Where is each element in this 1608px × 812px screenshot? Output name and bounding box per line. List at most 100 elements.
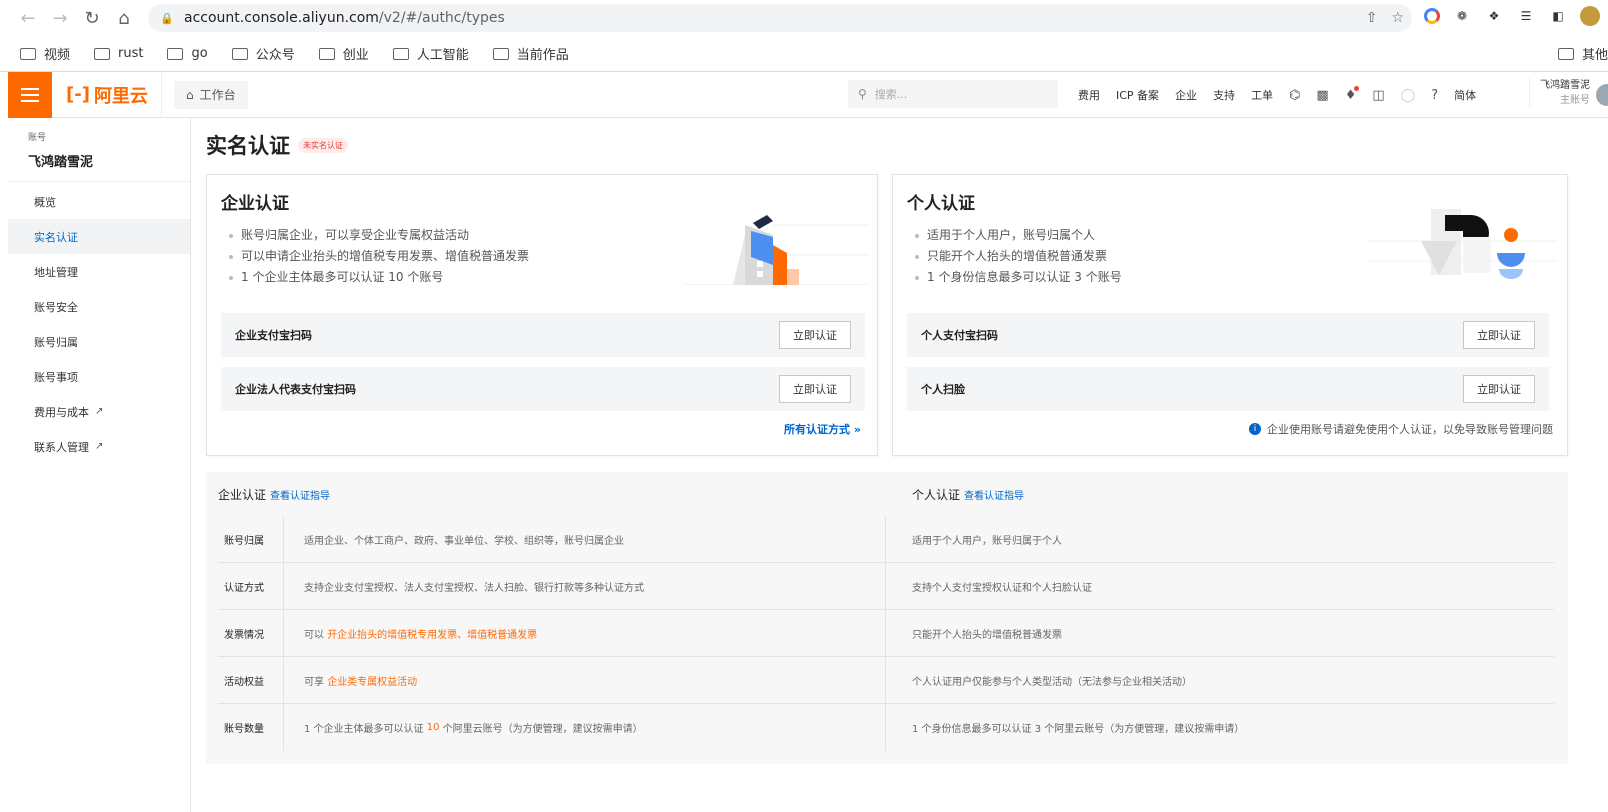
- bell-icon[interactable]: ♦: [1345, 85, 1360, 103]
- page-title: 实名认证: [206, 134, 290, 158]
- sidebar-item-ownership[interactable]: 账号归属: [8, 324, 190, 359]
- folder-icon: [1557, 47, 1574, 60]
- verify-button[interactable]: 立即认证: [1463, 375, 1535, 403]
- top-nav: 费用 ICP 备案 企业 支持 工单 ⌬ ▩ ♦ ◫ ◯ ? 简体: [1078, 72, 1476, 118]
- verify-button[interactable]: 立即认证: [779, 321, 851, 349]
- bookmark-folder[interactable]: 创业: [318, 44, 369, 63]
- url-path: /v2/#/authc/types: [378, 10, 505, 26]
- sidepanel-icon[interactable]: ◧: [1548, 6, 1568, 26]
- forward-icon[interactable]: →: [44, 2, 76, 34]
- bullet: 只能开个人抬头的增值税普通发票: [913, 246, 1122, 267]
- share-icon[interactable]: ⇧: [1366, 10, 1378, 26]
- enterprise-building-illustration: [683, 215, 868, 285]
- bookmark-folder[interactable]: 公众号: [231, 44, 295, 63]
- address-bar[interactable]: 🔒 account.console.aliyun.com/v2/#/authc/…: [148, 4, 1412, 32]
- folder-icon: [318, 47, 335, 60]
- nav-enterprise[interactable]: 企业: [1175, 87, 1197, 103]
- bookmark-folder[interactable]: 视频: [20, 44, 70, 63]
- nav-ticket[interactable]: 工单: [1251, 87, 1273, 103]
- compare-enterprise-head: 企业认证 查看认证指导: [218, 487, 331, 502]
- terminal-icon[interactable]: ▩: [1316, 88, 1328, 103]
- bookmark-folder[interactable]: 当前作品: [492, 44, 569, 63]
- folder-icon: [492, 47, 509, 60]
- external-link-icon: ↗: [95, 406, 104, 417]
- code-icon[interactable]: ⌬: [1289, 88, 1300, 103]
- sidebar-item-contacts[interactable]: 联系人管理 ↗: [8, 429, 190, 464]
- sidebar: 账号 飞鸿踏雪泥 概览 实名认证 地址管理 账号安全 账号归属 账号事项 费用与…: [8, 118, 191, 812]
- verify-button[interactable]: 立即认证: [779, 375, 851, 403]
- info-icon: i: [1249, 423, 1261, 435]
- nav-fees[interactable]: 费用: [1078, 87, 1100, 103]
- sidebar-header: 账号 飞鸿踏雪泥: [8, 118, 190, 182]
- sidebar-section-label: 账号: [28, 133, 47, 143]
- status-badge: 未实名认证: [298, 137, 348, 153]
- search-icon: ⚲: [858, 87, 867, 101]
- home-icon[interactable]: ⌂: [108, 2, 140, 34]
- bookmark-folder[interactable]: go: [167, 46, 208, 61]
- folder-icon: [94, 47, 111, 60]
- page-header: 实名认证 未实名认证: [206, 130, 348, 160]
- sidebar-item-matters[interactable]: 账号事项: [8, 359, 190, 394]
- user-name: 飞鸿踏雪泥: [1540, 80, 1590, 91]
- notification-dot: [1354, 85, 1360, 91]
- nav-support[interactable]: 支持: [1213, 87, 1235, 103]
- personal-card: 个人认证 适用于个人用户，账号归属个人 只能开个人抬头的增值税普通发票 1 个身…: [892, 174, 1568, 456]
- verify-button[interactable]: 立即认证: [1463, 321, 1535, 349]
- workbench-button[interactable]: ⌂ 工作台: [174, 80, 248, 109]
- chrome-extension-icon[interactable]: [1424, 8, 1440, 24]
- bullet: 1 个企业主体最多可以认证 10 个账号: [227, 267, 529, 288]
- method-face-scan: 个人扫脸 立即认证: [907, 367, 1549, 411]
- sidebar-account-name: 飞鸿踏雪泥: [28, 155, 94, 170]
- personal-guide-link[interactable]: 查看认证指导: [964, 487, 1024, 502]
- menu-icon[interactable]: [8, 71, 52, 118]
- folder-icon: [392, 47, 409, 60]
- table-row: 发票情况 可以 开企业抬头的增值税专用发票、增值税普通发票 只能开个人抬头的增值…: [218, 610, 1554, 657]
- all-methods-link[interactable]: 所有认证方式 »: [784, 421, 861, 437]
- bullet: 适用于个人用户，账号归属个人: [913, 225, 1122, 246]
- method-personal-alipay: 个人支付宝扫码 立即认证: [907, 313, 1549, 357]
- star-icon[interactable]: ☆: [1391, 10, 1404, 26]
- enterprise-title: 企业认证: [221, 194, 289, 214]
- cart-icon[interactable]: ◫: [1372, 88, 1384, 103]
- sidebar-item-verification[interactable]: 实名认证: [8, 219, 190, 254]
- double-chevron-icon: »: [853, 423, 861, 436]
- search-input[interactable]: ⚲ 搜索...: [848, 80, 1058, 108]
- folder-icon: [20, 47, 36, 60]
- table-row: 认证方式 支持企业支付宝授权、法人支付宝授权、法人扫脸、银行打款等多种认证方式 …: [218, 563, 1554, 610]
- reload-icon[interactable]: ↻: [76, 2, 108, 34]
- bookmark-folder[interactable]: rust: [94, 46, 143, 61]
- media-icon[interactable]: ☰: [1516, 6, 1536, 26]
- bulb-icon[interactable]: ◯: [1401, 88, 1416, 103]
- sidebar-item-overview[interactable]: 概览: [8, 184, 190, 219]
- folder-icon: [231, 47, 248, 60]
- browser-toolbar: ← → ↻ ⌂ 🔒 account.console.aliyun.com/v2/…: [0, 0, 1608, 36]
- personal-bullets: 适用于个人用户，账号归属个人 只能开个人抬头的增值税普通发票 1 个身份信息最多…: [913, 225, 1122, 288]
- external-link-icon: ↗: [95, 441, 104, 452]
- enterprise-card: 企业认证 账号归属企业，可以享受企业专属权益活动 可以申请企业抬头的增值税专用发…: [206, 174, 878, 456]
- personal-shapes-illustration: [1367, 209, 1557, 279]
- avatar[interactable]: [1596, 84, 1608, 106]
- sidebar-item-costs[interactable]: 费用与成本 ↗: [8, 394, 190, 429]
- table-row: 账号数量 1 个企业主体最多可以认证 10 个阿里云账号（为方便管理，建议按需申…: [218, 704, 1554, 751]
- sidebar-item-address[interactable]: 地址管理: [8, 254, 190, 289]
- url-host: account.console.aliyun.com: [184, 10, 379, 26]
- openai-extension-icon[interactable]: ❁: [1452, 6, 1472, 26]
- aliyun-logo[interactable]: [-] 阿里云: [52, 71, 162, 118]
- user-menu[interactable]: 飞鸿踏雪泥 主账号: [1529, 78, 1590, 108]
- bookmark-other[interactable]: 其他: [1557, 44, 1608, 63]
- profile-avatar[interactable]: [1580, 6, 1600, 26]
- enterprise-bullets: 账号归属企业，可以享受企业专属权益活动 可以申请企业抬头的增值税专用发票、增值税…: [227, 225, 529, 288]
- console-header: [-] 阿里云 ⌂ 工作台 ⚲ 搜索... 费用 ICP 备案 企业 支持 工单 ⌬ …: [8, 71, 1608, 118]
- comparison-table: 企业认证 查看认证指导 个人认证 查看认证指导 账号归属 适用企业、个体工商户、政府…: [206, 472, 1568, 764]
- method-legal-alipay: 企业法人代表支付宝扫码 立即认证: [221, 367, 865, 411]
- help-icon[interactable]: ?: [1431, 88, 1438, 103]
- enterprise-guide-link[interactable]: 查看认证指导: [270, 487, 330, 502]
- personal-note: i 企业使用账号请避免使用个人认证，以免导致账号管理问题: [1249, 421, 1553, 437]
- language-switch[interactable]: 简体: [1454, 87, 1476, 103]
- extensions-icon[interactable]: ❖: [1484, 6, 1504, 26]
- method-enterprise-alipay: 企业支付宝扫码 立即认证: [221, 313, 865, 357]
- nav-icp[interactable]: ICP 备案: [1116, 87, 1159, 103]
- sidebar-item-security[interactable]: 账号安全: [8, 289, 190, 324]
- bookmark-folder[interactable]: 人工智能: [392, 44, 469, 63]
- back-icon[interactable]: ←: [12, 2, 44, 34]
